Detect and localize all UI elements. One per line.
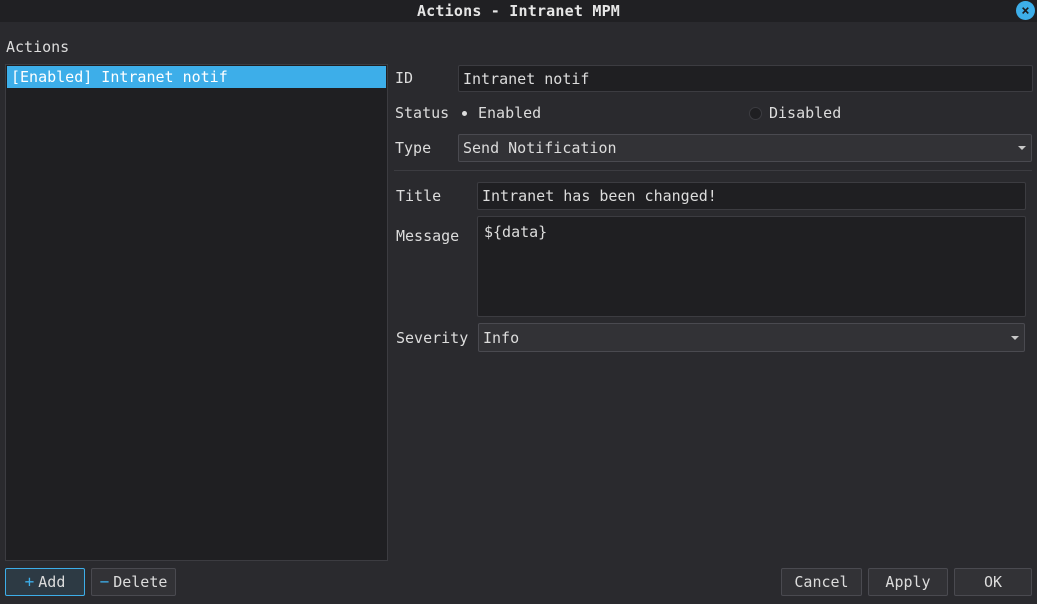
chevron-down-icon: [1011, 335, 1019, 340]
window-title: Actions - Intranet MPM: [416, 2, 621, 20]
title-label: Title: [396, 187, 442, 205]
message-textarea-value: ${data}: [484, 223, 548, 241]
list-item[interactable]: [Enabled] Intranet notif: [7, 66, 386, 88]
id-label: ID: [395, 69, 414, 87]
delete-button[interactable]: − Delete: [91, 568, 176, 596]
message-label: Message: [396, 227, 460, 245]
actions-section-label: Actions: [6, 38, 70, 56]
id-input[interactable]: Intranet notif: [458, 65, 1033, 92]
severity-select-value: Info: [483, 328, 520, 347]
plus-icon: +: [24, 572, 35, 591]
action-list[interactable]: [Enabled] Intranet notif: [5, 64, 388, 561]
status-disabled-label[interactable]: Disabled: [769, 104, 841, 122]
message-textarea[interactable]: ${data}: [477, 216, 1026, 317]
close-icon[interactable]: ×: [1016, 1, 1035, 20]
window-titlebar: Actions - Intranet MPM ×: [0, 0, 1037, 22]
title-input[interactable]: Intranet has been changed!: [477, 182, 1026, 210]
id-input-value: Intranet notif: [463, 69, 590, 88]
delete-button-label: Delete: [113, 573, 168, 591]
ok-button[interactable]: OK: [954, 568, 1032, 596]
type-select[interactable]: Send Notification: [458, 134, 1032, 162]
apply-button[interactable]: Apply: [868, 568, 948, 596]
chevron-down-icon: [1018, 146, 1026, 150]
status-disabled-radio[interactable]: [749, 107, 762, 120]
minus-icon: −: [99, 572, 110, 591]
type-label: Type: [395, 139, 432, 157]
radio-dot-icon: [462, 111, 467, 116]
title-input-value: Intranet has been changed!: [482, 187, 717, 205]
severity-label: Severity: [396, 329, 469, 347]
add-button-label: Add: [38, 573, 66, 591]
status-label: Status: [395, 104, 450, 122]
type-select-value: Send Notification: [463, 139, 617, 157]
cancel-button[interactable]: Cancel: [781, 568, 862, 596]
divider: [394, 170, 1032, 171]
status-enabled-label[interactable]: Enabled: [478, 104, 541, 122]
status-enabled-radio[interactable]: [458, 107, 471, 120]
severity-select[interactable]: Info: [478, 323, 1025, 352]
add-button[interactable]: + Add: [5, 568, 85, 596]
